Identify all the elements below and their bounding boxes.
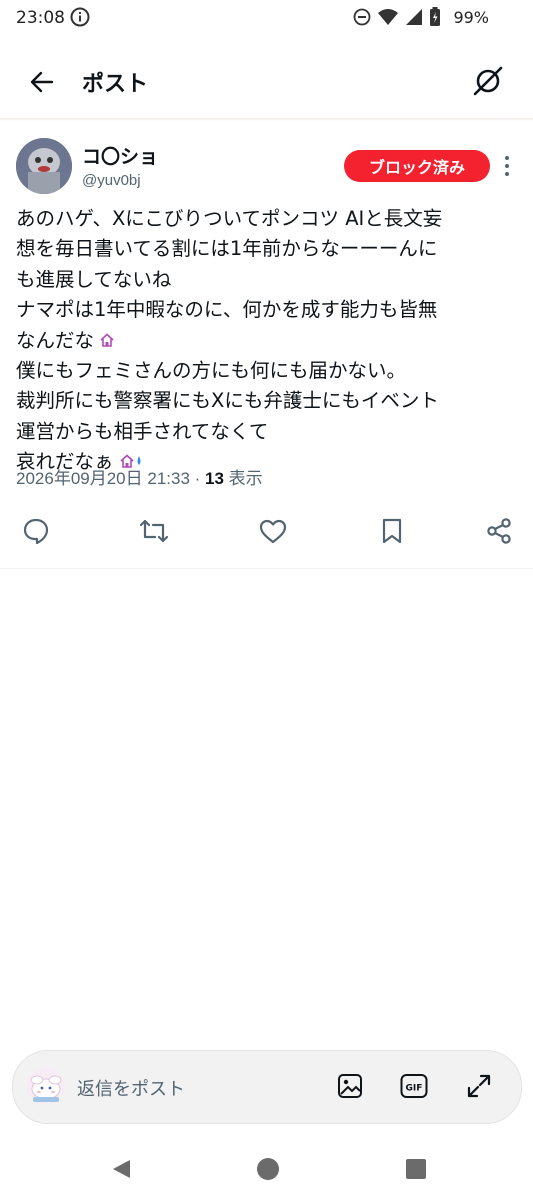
signal-icon (405, 8, 423, 30)
share-icon (487, 518, 511, 544)
post-line-with-emoji: なんだな (16, 326, 521, 356)
nav-recents-icon (406, 1159, 426, 1179)
nav-recents-button[interactable] (403, 1156, 429, 1182)
avatar-image (16, 138, 72, 194)
repost-icon (139, 519, 169, 543)
post-line: 想を毎日書いてる割には1年前からなーーーんに (16, 237, 438, 261)
dnd-icon (353, 8, 371, 30)
bookmark-button[interactable] (377, 516, 407, 546)
meta-separator: · (189, 469, 206, 488)
header-divider (0, 118, 533, 121)
post-line: 僕にもフェミさんの方にも何にも届かない。 (16, 358, 407, 382)
battery-icon (429, 7, 441, 31)
info-icon (70, 7, 90, 31)
reply-icon (23, 518, 49, 545)
post-line: ナマポは1年中暇なのに、何かを成す能力も皆無 (16, 298, 438, 322)
add-gif-button[interactable]: GIF (399, 1071, 429, 1101)
more-dot-icon (505, 164, 509, 168)
views-label: 表示 (223, 469, 263, 488)
share-button[interactable] (484, 516, 514, 546)
avatar-image (30, 1075, 62, 1102)
post-actions (0, 508, 533, 552)
nav-back-button[interactable] (108, 1156, 134, 1182)
post-timestamp: 2026年09月20日 21:33 (16, 469, 190, 488)
author-name[interactable]: コ〇ショ (82, 142, 158, 169)
wifi-icon (377, 8, 399, 30)
image-icon (338, 1074, 362, 1098)
top-app-bar: ポスト (0, 36, 533, 120)
post-line: も進展してないね (16, 267, 172, 291)
views-count: 13 (205, 469, 224, 488)
post-line: なんだな (16, 328, 95, 352)
reply-input[interactable]: 返信をポスト (77, 1075, 185, 1101)
grok-icon (473, 66, 503, 96)
post-divider (0, 568, 533, 569)
add-image-button[interactable] (335, 1071, 365, 1101)
like-button[interactable] (258, 516, 288, 546)
more-dot-icon (505, 156, 509, 160)
grok-button[interactable] (469, 62, 507, 100)
nav-back-icon (113, 1160, 130, 1178)
more-dot-icon (505, 172, 509, 176)
reply-button[interactable] (21, 516, 51, 546)
svg-text:GIF: GIF (406, 1084, 423, 1094)
post-line: 運営からも相手されてなくて (16, 419, 269, 443)
gif-icon: GIF (400, 1074, 428, 1098)
repost-button[interactable] (139, 516, 169, 546)
blocked-button[interactable]: ブロック済み (344, 150, 490, 182)
nav-home-icon (257, 1158, 279, 1180)
post-text: あのハゲ、Xにこびりついてポンコツ AIと長文妄 想を毎日書いてる割には1年前か… (16, 204, 521, 478)
nav-home-button[interactable] (255, 1156, 281, 1182)
like-icon (259, 519, 287, 544)
system-nav-bar (0, 1136, 533, 1200)
bookmark-icon (382, 518, 402, 544)
post-line: 裁判所にも警察署にもXにも弁護士にもイベント (16, 389, 439, 413)
expand-composer-button[interactable] (464, 1071, 494, 1101)
status-bar: 23:08 99% (0, 0, 533, 36)
more-options-button[interactable] (499, 152, 515, 180)
battery-percent: 99% (453, 8, 489, 27)
arrow-left-icon (30, 71, 54, 93)
expand-icon (467, 1074, 491, 1098)
author-handle[interactable]: @yuv0bj (82, 172, 141, 189)
post-line: あのハゲ、Xにこびりついてポンコツ AIと長文妄 (16, 207, 443, 230)
back-button[interactable] (24, 64, 60, 100)
status-icons (353, 7, 441, 31)
author-avatar[interactable] (16, 138, 72, 194)
post-meta: 2026年09月20日 21:33 · 13 表示 (16, 464, 263, 489)
reply-composer[interactable]: 返信をポスト GIF (12, 1050, 522, 1124)
page-title: ポスト (82, 72, 149, 97)
user-avatar (27, 1067, 65, 1105)
status-time: 23:08 (16, 8, 65, 28)
house-emoji-icon (100, 326, 114, 356)
